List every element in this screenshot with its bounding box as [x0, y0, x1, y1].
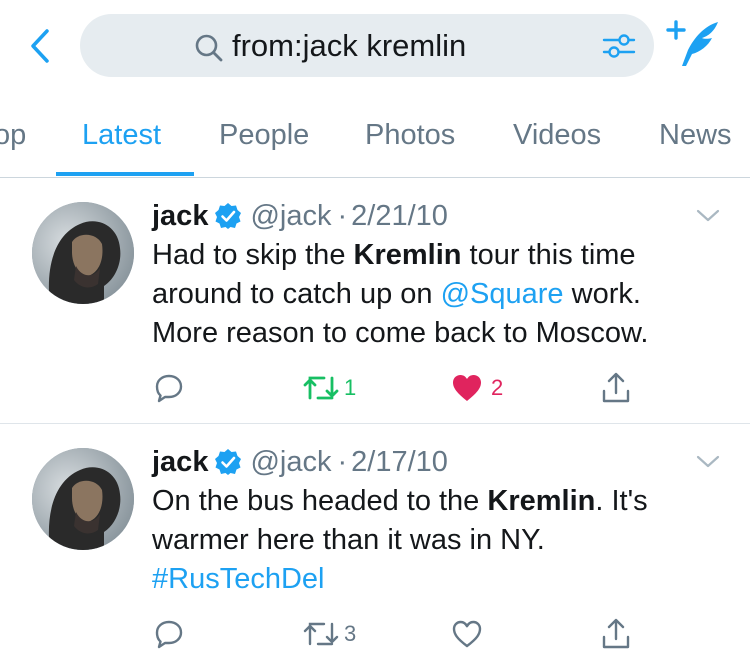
author-handle[interactable]: @jack	[250, 446, 331, 479]
active-tab-indicator	[56, 172, 194, 176]
tweet-header: jack @jack · 2/17/10	[152, 444, 448, 480]
retweet-count: 3	[344, 621, 357, 646]
chevron-down-icon[interactable]	[694, 206, 722, 226]
compose-tweet-icon[interactable]	[666, 18, 724, 74]
search-input[interactable]: from:jack kremlin	[80, 14, 654, 77]
tweet-text-segment: Had to skip the	[152, 239, 354, 271]
share-icon	[602, 372, 630, 403]
tweet-text-segment: around to catch up on	[152, 278, 441, 310]
chevron-left-icon	[31, 29, 49, 63]
author-handle[interactable]: @jack	[250, 200, 331, 233]
tab-latest[interactable]: Latest	[82, 118, 161, 152]
tab-videos[interactable]: Videos	[513, 118, 601, 152]
search-term-highlight: Kremlin	[487, 485, 596, 517]
tweet-date[interactable]: 2/21/10	[351, 200, 448, 233]
reply-button[interactable]	[153, 368, 185, 408]
search-query-text[interactable]: from:jack kremlin	[232, 26, 466, 66]
search-tabs: op Latest People Photos Videos News	[0, 92, 750, 178]
hashtag-link[interactable]: #RusTechDel	[152, 560, 732, 599]
heart-icon	[452, 620, 482, 648]
share-icon	[602, 618, 630, 649]
author-name[interactable]: jack	[152, 446, 208, 479]
verified-badge-icon	[215, 203, 242, 229]
top-bar: from:jack kremlin	[0, 0, 750, 92]
tweet[interactable]: jack @jack · 2/21/10 Had to skip the Kre…	[0, 178, 750, 424]
tweet[interactable]: jack @jack · 2/17/10 On the bus headed t…	[0, 424, 750, 657]
reply-icon	[155, 620, 183, 649]
avatar[interactable]	[32, 448, 134, 550]
separator-dot: ·	[337, 199, 348, 232]
verified-badge-icon	[215, 449, 242, 475]
like-button[interactable]: 2	[451, 368, 503, 408]
filter-sliders-icon[interactable]	[602, 31, 636, 61]
tweet-header: jack @jack · 2/21/10	[152, 198, 448, 234]
tweet-text-segment: . It's	[595, 485, 648, 517]
retweet-icon	[303, 376, 339, 400]
like-count: 2	[491, 375, 504, 400]
share-button[interactable]	[600, 368, 632, 408]
tweet-text: On the bus headed to the Kremlin. It's w…	[152, 482, 732, 599]
separator-dot: ·	[337, 445, 348, 478]
mention-link[interactable]: @Square	[441, 278, 564, 310]
tweet-text: Had to skip the Kremlin tour this time a…	[152, 236, 732, 353]
tweet-text-segment: warmer here than it was in NY.	[152, 524, 545, 556]
author-name[interactable]: jack	[152, 200, 208, 233]
tweet-text-segment: work.	[563, 278, 641, 310]
back-button[interactable]	[22, 24, 58, 68]
reply-button[interactable]	[153, 614, 185, 654]
tweet-date[interactable]: 2/17/10	[351, 446, 448, 479]
share-button[interactable]	[600, 614, 632, 654]
search-icon	[195, 34, 223, 62]
like-button[interactable]	[451, 614, 483, 654]
tweet-text-segment: More reason to come back to Moscow.	[152, 317, 649, 349]
tweet-actions: 3	[0, 614, 750, 654]
retweet-button[interactable]: 3	[302, 614, 356, 654]
tab-people[interactable]: People	[219, 118, 309, 152]
avatar[interactable]	[32, 202, 134, 304]
heart-icon	[453, 375, 481, 401]
tweet-text-segment: On the bus headed to the	[152, 485, 488, 517]
tweet-text-segment: tour this time	[461, 239, 636, 271]
retweet-button[interactable]: 1	[302, 368, 356, 408]
tab-top[interactable]: op	[0, 118, 26, 152]
retweet-count: 1	[344, 375, 357, 400]
tweet-actions: 1 2	[0, 368, 750, 408]
reply-icon	[155, 374, 183, 403]
chevron-down-icon[interactable]	[694, 452, 722, 472]
tab-news[interactable]: News	[659, 118, 732, 152]
tab-photos[interactable]: Photos	[365, 118, 455, 152]
search-term-highlight: Kremlin	[353, 239, 462, 271]
retweet-icon	[303, 622, 339, 646]
